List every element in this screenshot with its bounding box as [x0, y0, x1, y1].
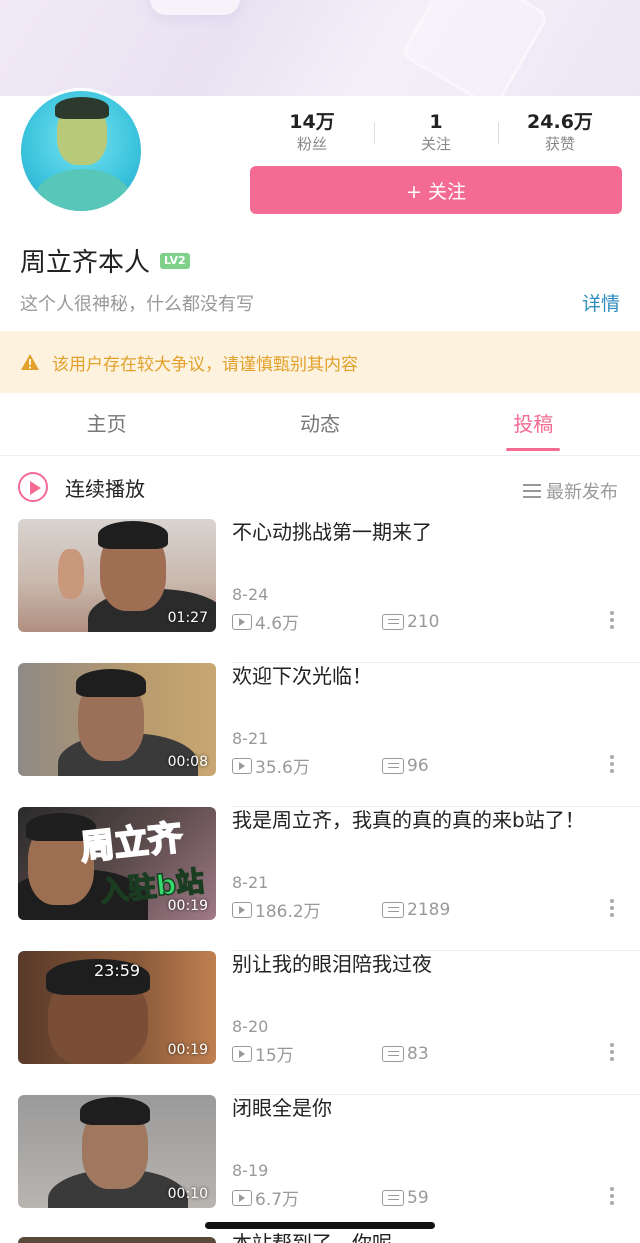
video-date: 8-19: [232, 1161, 269, 1180]
video-date: 8-24: [232, 585, 269, 604]
view-count: 6.7万: [255, 1190, 300, 1210]
video-item[interactable]: 23:59 00:19 别让我的眼泪陪我过夜 8-20 15万 83: [0, 951, 640, 1095]
stat-value: 1: [429, 111, 443, 133]
video-date: 8-21: [232, 873, 269, 892]
thumbnail-title-text: 周立齐: [78, 817, 186, 869]
stat-label: 获赞: [544, 135, 575, 153]
avatar-image: [21, 91, 141, 211]
stat-value: 14万: [289, 111, 335, 133]
video-title[interactable]: 别让我的眼泪陪我过夜: [232, 951, 620, 977]
video-duration: 00:19: [167, 898, 208, 914]
video-item[interactable]: 周立齐 入驻b站 00:19 我是周立齐，我真的真的真的来b站了！ 8-21 1…: [0, 807, 640, 951]
play-count-icon: [232, 1189, 252, 1206]
video-meta: 15万 83: [232, 1041, 472, 1066]
view-count: 15万: [255, 1046, 294, 1066]
stat-likes: 24.6万 获赞: [498, 110, 622, 156]
more-vertical-icon[interactable]: [610, 1187, 614, 1207]
play-all-label: 连续播放: [65, 476, 145, 501]
profile-stats: 14万 粉丝 1 关注 24.6万 获赞: [250, 110, 622, 156]
danmaku-count: 2189: [407, 899, 451, 920]
view-count: 186.2万: [255, 902, 321, 922]
video-duration: 00:08: [167, 754, 208, 770]
video-meta: 6.7万 59: [232, 1185, 472, 1210]
sort-label: 最新发布: [546, 482, 618, 503]
video-title[interactable]: 不心动挑战第一期来了: [232, 519, 620, 545]
view-count: 35.6万: [255, 758, 310, 778]
warning-text: 该用户存在较大争议，请谨慎甄别其内容: [52, 354, 358, 375]
play-count-icon: [232, 1045, 252, 1062]
danmaku-count: 96: [407, 755, 429, 776]
thumbnail-clock-text: 23:59: [94, 961, 141, 980]
video-date: 8-20: [232, 1017, 269, 1036]
video-thumbnail[interactable]: 23:59 00:19: [18, 951, 216, 1064]
danmaku-icon: [382, 613, 404, 630]
stat-fans[interactable]: 14万 粉丝: [250, 110, 374, 156]
danmaku-icon: [382, 1189, 404, 1206]
user-bio: 这个人很神秘，什么都没有写: [20, 294, 254, 315]
warning-icon: [21, 354, 39, 370]
stat-value: 24.6万: [527, 111, 593, 133]
video-thumbnail[interactable]: 00:08: [18, 663, 216, 776]
video-meta: 4.6万 210: [232, 609, 472, 634]
video-duration: 00:10: [167, 1186, 208, 1202]
more-vertical-icon[interactable]: [610, 1043, 614, 1063]
sort-button[interactable]: 最新发布: [523, 478, 618, 504]
video-thumbnail[interactable]: 周立齐 入驻b站 00:19: [18, 807, 216, 920]
stat-label: 粉丝: [296, 135, 327, 153]
play-count-icon: [232, 757, 252, 774]
name-row: 周立齐本人 LV2: [20, 242, 190, 279]
video-item[interactable]: 00:08 欢迎下次光临！ 8-21 35.6万 96: [0, 663, 640, 807]
user-name: 周立齐本人: [20, 248, 151, 278]
video-duration: 00:19: [167, 1042, 208, 1058]
banner-decoration: [399, 0, 551, 96]
video-thumbnail[interactable]: 01:27: [18, 519, 216, 632]
video-duration: 01:27: [167, 610, 208, 626]
video-item[interactable]: 00:10 闭眼全是你 8-19 6.7万 59: [0, 1095, 640, 1239]
tab-dynamics[interactable]: 动态: [213, 394, 426, 455]
video-title[interactable]: 闭眼全是你: [232, 1095, 620, 1121]
profile-banner: [0, 0, 640, 96]
video-item[interactable]: 01:27 不心动挑战第一期来了 8-24 4.6万 210: [0, 519, 640, 663]
banner-decoration: [150, 0, 240, 15]
danmaku-icon: [382, 901, 404, 918]
video-meta: 186.2万 2189: [232, 897, 472, 922]
more-vertical-icon[interactable]: [610, 899, 614, 919]
video-date: 8-21: [232, 729, 269, 748]
video-title[interactable]: 我是周立齐，我真的真的真的来b站了！: [232, 807, 620, 833]
detail-link[interactable]: 详情: [582, 289, 620, 316]
video-item-partial[interactable]: 本站帮到了，你呢: [0, 1231, 640, 1243]
play-count-icon: [232, 613, 252, 630]
video-list: 01:27 不心动挑战第一期来了 8-24 4.6万 210 00:08 欢迎下…: [0, 519, 640, 1239]
level-badge: LV2: [160, 252, 190, 269]
tab-home[interactable]: 主页: [0, 394, 213, 455]
controversy-warning: 该用户存在较大争议，请谨慎甄别其内容: [0, 331, 640, 393]
danmaku-icon: [382, 757, 404, 774]
danmaku-count: 210: [407, 611, 440, 632]
danmaku-count: 59: [407, 1187, 429, 1208]
view-count: 4.6万: [255, 614, 300, 634]
play-count-icon: [232, 901, 252, 918]
more-vertical-icon[interactable]: [610, 611, 614, 631]
profile-tabs: 主页 动态 投稿: [0, 394, 640, 456]
play-all-button[interactable]: 连续播放: [18, 472, 145, 502]
video-thumbnail[interactable]: 00:10: [18, 1095, 216, 1208]
avatar[interactable]: [18, 88, 144, 214]
play-circle-icon: [18, 472, 48, 502]
stat-following[interactable]: 1 关注: [374, 110, 498, 156]
video-meta: 35.6万 96: [232, 753, 472, 778]
home-indicator[interactable]: [205, 1222, 435, 1229]
follow-button[interactable]: + 关注: [250, 166, 622, 214]
video-title[interactable]: 本站帮到了，你呢: [232, 1233, 392, 1243]
stat-label: 关注: [420, 135, 451, 153]
video-thumbnail[interactable]: [18, 1237, 216, 1243]
video-title[interactable]: 欢迎下次光临！: [232, 663, 620, 689]
tab-uploads[interactable]: 投稿: [427, 394, 640, 455]
danmaku-icon: [382, 1045, 404, 1062]
more-vertical-icon[interactable]: [610, 755, 614, 775]
sort-list-icon: [523, 484, 541, 498]
danmaku-count: 83: [407, 1043, 429, 1064]
